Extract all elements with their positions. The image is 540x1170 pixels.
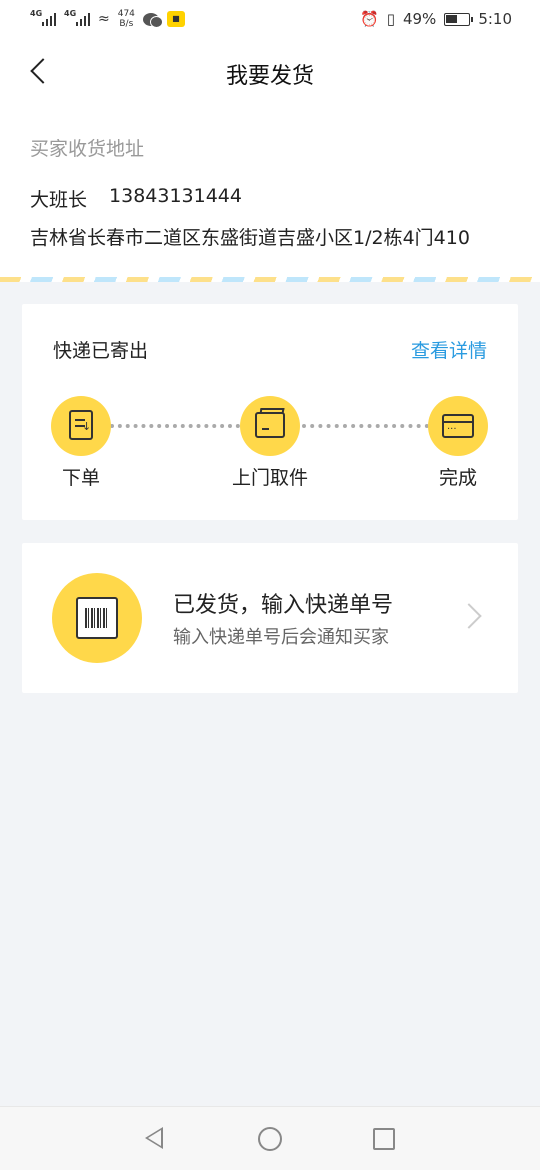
signal-icon: 4G — [64, 9, 90, 26]
shipping-title: 已发货，输入快递单号 — [173, 593, 394, 618]
vibrate-icon: ▯ — [386, 10, 395, 28]
network-speed-unit: B/s — [119, 19, 134, 29]
barcode-circle — [52, 573, 142, 663]
wifi-icon: ≈ — [98, 11, 110, 27]
network-speed: 474 B/s — [118, 9, 135, 29]
step-order: 下单 — [31, 396, 131, 490]
address-label: 买家收货地址 — [30, 138, 145, 160]
battery-icon — [444, 12, 474, 26]
view-details-link[interactable]: 查看详情 — [411, 336, 487, 363]
signal-1-label: 4G — [30, 9, 43, 18]
recipient-name: 大班长 — [30, 189, 88, 211]
nav-recents-icon[interactable] — [373, 1128, 395, 1150]
recipient-row: 大班长 13843131444 — [30, 185, 242, 212]
step-label: 完成 — [438, 467, 477, 489]
enter-tracking-card[interactable]: 已发货，输入快递单号 输入快递单号后会通知买家 — [22, 543, 518, 693]
buyer-address-section: 买家收货地址 大班长 13843131444 吉林省长春市二道区东盛街道吉盛小区… — [0, 106, 540, 282]
pickup-box-icon — [255, 412, 285, 438]
express-status-card: 快递已寄出 查看详情 下单 上门取件 完成 — [22, 304, 518, 520]
shipping-subtitle: 输入快递单号后会通知买家 — [173, 627, 389, 648]
step-label: 下单 — [61, 467, 100, 489]
recipient-phone: 13843131444 — [109, 185, 242, 207]
barcode-icon — [76, 597, 118, 639]
signal-icon: 4G — [30, 9, 56, 26]
address-detail: 吉林省长春市二道区东盛街道吉盛小区1/2栋4门410 — [30, 227, 470, 249]
step-label: 上门取件 — [231, 467, 308, 489]
clock: 5:10 — [478, 10, 512, 28]
express-status-title: 快递已寄出 — [53, 340, 149, 362]
status-bar: 4G 4G ≈ 474 B/s ■ ⏰ ▯ 49% 5:10 — [0, 0, 540, 38]
order-circle — [51, 396, 111, 456]
chevron-right-icon[interactable] — [456, 603, 482, 629]
page-title: 我要发货 — [225, 64, 314, 89]
step-pickup: 上门取件 — [220, 396, 320, 490]
signal-2-label: 4G — [64, 9, 77, 18]
status-left: 4G 4G ≈ 474 B/s ■ — [30, 9, 185, 29]
nav-back-icon[interactable] — [145, 1127, 163, 1149]
wechat-icon — [142, 12, 163, 28]
complete-card-icon — [442, 414, 474, 438]
app-header: 我要发货 — [0, 38, 540, 106]
pickup-circle — [240, 396, 300, 456]
system-nav-bar — [0, 1106, 540, 1170]
step-complete: 完成 — [408, 396, 508, 490]
complete-circle — [428, 396, 488, 456]
nav-home-icon[interactable] — [258, 1127, 282, 1151]
envelope-stripe — [0, 277, 540, 282]
app-notification-icon: ■ — [166, 11, 185, 27]
order-doc-icon — [69, 410, 93, 440]
alarm-icon: ⏰ — [360, 10, 379, 28]
status-right: ⏰ ▯ 49% 5:10 — [360, 10, 512, 28]
network-speed-value: 474 — [117, 9, 135, 19]
battery-percent: 49% — [402, 10, 437, 28]
